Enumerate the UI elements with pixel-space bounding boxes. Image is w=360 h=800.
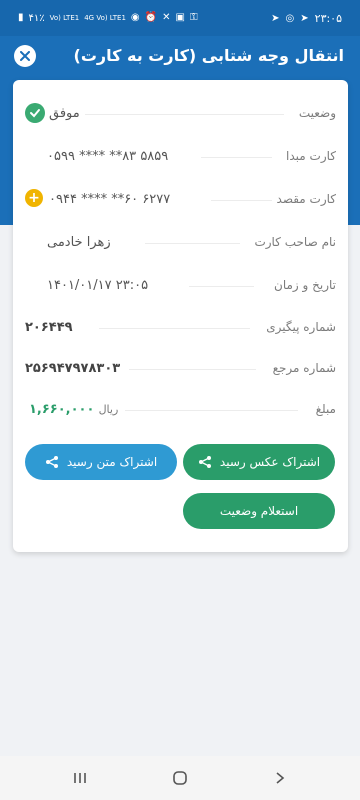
battery-percent: ۴۱٪ xyxy=(28,12,45,24)
divider xyxy=(125,410,298,411)
card-holder-label: نام صاحب کارت xyxy=(254,235,336,249)
amount-number: ۱,۶۶۰,۰۰۰ xyxy=(29,402,95,417)
share-icon xyxy=(45,456,58,468)
date-time-label: تاریخ و زمان xyxy=(274,278,336,292)
alarm-icon: ⏰ xyxy=(144,12,158,23)
reference-number-value: ۲۵۶۹۴۷۹۷۸۳۰۳ xyxy=(25,361,121,376)
divider xyxy=(85,114,284,115)
check-icon xyxy=(25,103,45,123)
share-image-label: اشتراک عکس رسید xyxy=(219,455,321,469)
source-card-label: کارت مبدا xyxy=(286,149,336,163)
row-destination-card: کارت مقصد ۶۲۷۷ ۶۰** **** ۰۹۴۴ + xyxy=(25,184,336,216)
recents-button[interactable] xyxy=(68,768,92,788)
back-button[interactable] xyxy=(268,768,292,788)
share-image-button[interactable]: اشتراک عکس رسید xyxy=(183,444,335,480)
tracking-number-value: ۲۰۶۴۴۹ xyxy=(25,320,73,335)
row-status: وضعیت موفق xyxy=(25,98,336,130)
date-time-value: ۱۴۰۱/۰۱/۱۷ ۲۳:۰۵ xyxy=(47,278,149,293)
destination-card-label: کارت مقصد xyxy=(276,192,336,206)
network-indicator-1: Vo) LTE1 xyxy=(49,14,80,22)
chevron-right-icon xyxy=(276,772,285,784)
status-left: ▮ ۴۱٪ Vo) LTE1 4G Vo) LTE1 ◉ ⏰ ✕ ▣ ⚿ xyxy=(18,12,198,24)
divider xyxy=(211,200,272,201)
row-date-time: تاریخ و زمان ۱۴۰۱/۰۱/۱۷ ۲۳:۰۵ xyxy=(25,270,336,302)
inquiry-button[interactable]: استعلام وضعیت xyxy=(183,493,335,529)
inquiry-label: استعلام وضعیت xyxy=(219,504,299,518)
status-right: ➤ ◎ ➤ ۲۳:۰۵ xyxy=(271,12,342,25)
receipt-card: وضعیت موفق کارت مبدا ۵۸۵۹ ۸۳** **** ۰۵۹۹… xyxy=(13,80,348,552)
notification-icon: ◎ xyxy=(285,12,295,24)
divider xyxy=(129,369,256,370)
amount-label: مبلغ xyxy=(315,402,336,416)
status-label: وضعیت xyxy=(298,106,336,120)
clock: ۲۳:۰۵ xyxy=(314,12,342,25)
home-button[interactable] xyxy=(168,768,192,788)
close-icon xyxy=(20,51,30,61)
row-card-holder: نام صاحب کارت زهرا خادمی xyxy=(25,227,336,259)
tracking-number-label: شماره پیگیری xyxy=(266,320,336,334)
home-icon xyxy=(173,771,187,785)
mute-icon: ✕ xyxy=(162,12,171,23)
row-reference-number: شماره مرجع ۲۵۶۹۴۷۹۷۸۳۰۳ xyxy=(25,353,336,385)
currency-label: ریال xyxy=(98,403,119,416)
key-icon: ⚿ xyxy=(189,12,198,23)
lock-icon: ▣ xyxy=(175,12,185,23)
share-text-button[interactable]: اشتراک متن رسید xyxy=(25,444,177,480)
card-holder-value: زهرا خادمی xyxy=(47,235,111,250)
row-source-card: کارت مبدا ۵۸۵۹ ۸۳** **** ۰۵۹۹ xyxy=(25,141,336,173)
battery-icon: ▮ xyxy=(18,12,24,23)
close-button[interactable] xyxy=(14,45,36,67)
page-title: انتقال وجه شتابی (کارت به کارت) xyxy=(73,46,344,65)
row-amount: مبلغ ریال ۱,۶۶۰,۰۰۰ xyxy=(25,394,336,426)
amount-value: ریال ۱,۶۶۰,۰۰۰ xyxy=(25,402,118,417)
navigation-bar xyxy=(0,756,360,800)
divider xyxy=(99,328,250,329)
divider xyxy=(189,286,254,287)
recents-icon xyxy=(74,773,86,783)
telegram-icon: ➤ xyxy=(271,12,280,24)
network-indicator-2: 4G Vo) LTE1 xyxy=(84,14,126,22)
destination-card-value: ۶۲۷۷ ۶۰** **** ۰۹۴۴ xyxy=(49,192,171,207)
source-card-value: ۵۸۵۹ ۸۳** **** ۰۵۹۹ xyxy=(47,149,169,164)
divider xyxy=(201,157,272,158)
add-card-icon[interactable]: + xyxy=(25,189,43,207)
share-text-label: اشتراک متن رسید xyxy=(66,455,158,469)
status-bar: ▮ ۴۱٪ Vo) LTE1 4G Vo) LTE1 ◉ ⏰ ✕ ▣ ⚿ ➤ ◎… xyxy=(0,0,360,36)
divider xyxy=(145,243,240,244)
hotspot-icon: ◉ xyxy=(130,12,140,23)
row-tracking-number: شماره پیگیری ۲۰۶۴۴۹ xyxy=(25,312,336,344)
reference-number-label: شماره مرجع xyxy=(272,361,336,375)
share-icon xyxy=(198,456,211,468)
telegram-icon-2: ➤ xyxy=(300,12,309,24)
status-value: موفق xyxy=(49,106,80,121)
